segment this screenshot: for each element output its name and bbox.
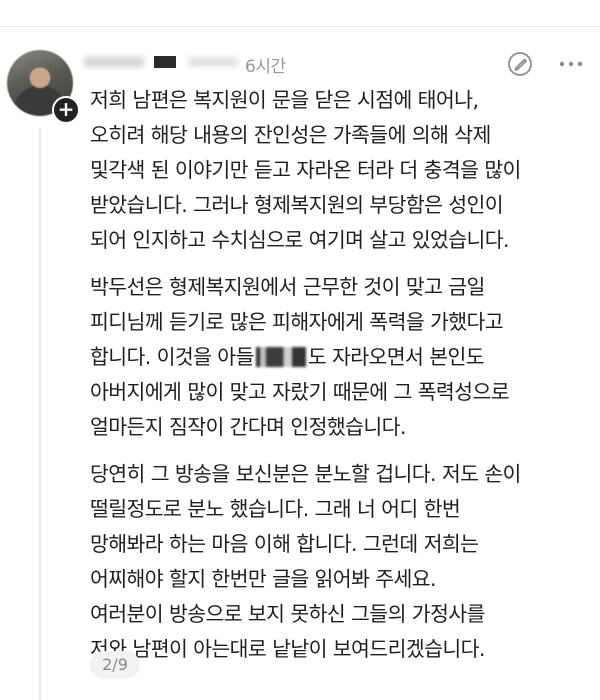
text-line: 얼마든지 짐작이 간다며 인정했습니다. <box>90 415 406 439</box>
paragraph-2: 박두선은 형제복지원에서 근무한 것이 맞고 금일 피디님께 듣기로 많은 피해… <box>90 270 590 445</box>
text-line: 저희 남편은 복지원이 문을 닫은 시점에 태어나, <box>90 88 479 112</box>
text-segment: 도 자라오면서 본인도 <box>307 345 485 369</box>
thread-line <box>39 128 41 700</box>
top-divider <box>0 26 600 27</box>
author-name-redacted <box>84 52 254 72</box>
text-line: 어찌해야 할지 한번만 글을 읽어봐 주세요. <box>90 567 437 591</box>
text-line: 아버지에게 많이 맞고 자랐기 때문에 그 폭력성으로 <box>90 380 510 404</box>
page-indicator: 2/9 <box>90 651 140 679</box>
text-line: 당연히 그 방송을 보신분은 분노할 겁니다. 저도 손이 <box>90 462 521 486</box>
text-line: 떨릴정도로 분노 했습니다. 그래 너 어디 한번 <box>90 497 461 521</box>
redacted-name <box>255 347 306 367</box>
paragraph-3: 당연히 그 방송을 보신분은 분노할 겁니다. 저도 손이 떨릴정도로 분노 했… <box>90 457 590 667</box>
text-line: 피디님께 듣기로 많은 피해자에게 폭력을 가했다고 <box>90 310 504 334</box>
text-line: 받았습니다. 그러나 형제복지원의 부당함은 성인이 <box>90 193 504 217</box>
text-segment: 합니다. 이것을 아들 <box>90 345 254 369</box>
post-body: 저희 남편은 복지원이 문을 닫은 시점에 태어나, 오히려 해당 내용의 잔인… <box>90 83 590 679</box>
post-time: 6시간 <box>245 57 286 77</box>
text-line: 및각색 된 이야기만 듣고 자라온 터라 더 충격을 많이 <box>90 158 521 182</box>
text-line: 저와 남편이 아는대로 낱낱이 보여드리겠습니다. <box>90 637 485 661</box>
text-line-with-redaction: 합니다. 이것을 아들 도 자라오면서 본인도 <box>90 340 590 375</box>
text-line: 여러분이 방송으로 보지 못하신 그들의 가정사를 <box>90 602 485 626</box>
text-line: 되어 인지하고 수치심으로 여기며 살고 있었습니다. <box>90 228 510 252</box>
text-line: 박두선은 형제복지원에서 근무한 것이 맞고 금일 <box>90 275 485 299</box>
text-line: 오히려 해당 내용의 잔인성은 가족들에 의해 삭제 <box>90 123 491 147</box>
edit-icon[interactable] <box>506 50 534 78</box>
text-line: 망해봐라 하는 마음 이해 합니다. 그런데 저희는 <box>90 532 479 556</box>
plus-icon[interactable]: + <box>52 96 80 124</box>
more-icon[interactable] <box>556 50 586 78</box>
paragraph-1: 저희 남편은 복지원이 문을 닫은 시점에 태어나, 오히려 해당 내용의 잔인… <box>90 83 590 258</box>
